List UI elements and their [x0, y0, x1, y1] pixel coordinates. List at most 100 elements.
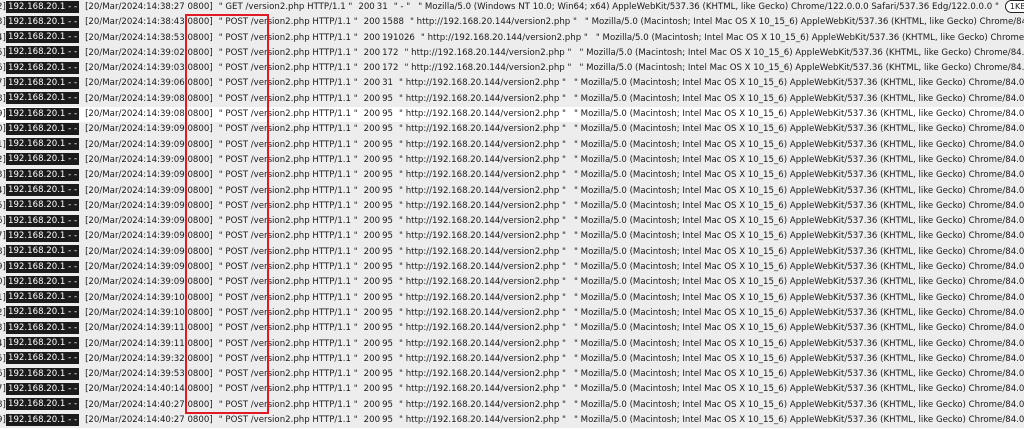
- log-line[interactable]: 6]192.168.20.1 - -[20/Mar/2024:14:39:09 …: [0, 214, 1024, 230]
- client-ip: 192.168.20.1 - -: [6, 46, 80, 59]
- log-line[interactable]: 1]192.168.20.1 - -[20/Mar/2024:14:39:09 …: [0, 137, 1024, 153]
- request-line: " POST /version2.php HTTP/1.1 ": [218, 93, 358, 104]
- timestamp: [20/Mar/2024:14:39:10 0800]: [85, 307, 213, 318]
- status-code: 200: [363, 93, 381, 104]
- response-bytes: 95: [382, 262, 394, 273]
- log-line[interactable]: 9]192.168.20.1 - -[20/Mar/2024:14:39:09 …: [0, 260, 1024, 276]
- response-bytes: 95: [382, 216, 394, 227]
- user-agent: " Mozilla/5.0 (Macintosh; Intel Mac OS X…: [573, 124, 1024, 135]
- user-agent: " Mozilla/5.0 (Macintosh; Intel Mac OS X…: [573, 109, 1024, 120]
- response-bytes: 172: [382, 63, 399, 74]
- log-line[interactable]: 3]192.168.20.1 - -[20/Mar/2024:14:39:09 …: [0, 168, 1024, 184]
- client-ip: 192.168.20.1 - -: [6, 321, 80, 334]
- log-line[interactable]: 1]192.168.20.1 - -[20/Mar/2024:14:39:10 …: [0, 290, 1024, 306]
- log-line[interactable]: 2]192.168.20.1 - -[20/Mar/2024:14:39:10 …: [0, 305, 1024, 322]
- referer: " - ": [393, 2, 411, 12]
- log-line[interactable]: 8]192.168.20.1 - -[20/Mar/2024:14:39:09 …: [0, 244, 1024, 261]
- log-line[interactable]: 2]192.168.20.1 - -[20/Mar/2024:14:38:27 …: [0, 0, 1024, 16]
- log-line[interactable]: 6]192.168.20.1 - -[20/Mar/2024:14:39:53 …: [0, 367, 1024, 383]
- status-code: 200: [363, 399, 381, 410]
- client-ip: 192.168.20.1 - -: [6, 413, 80, 426]
- log-line[interactable]: 9]192.168.20.1 - -[20/Mar/2024:14:39:08 …: [0, 107, 1024, 123]
- user-agent: " Mozilla/5.0 (Macintosh; Intel Mac OS X…: [573, 262, 1024, 273]
- client-ip: 192.168.20.1 - -: [6, 122, 80, 135]
- log-line[interactable]: 4]192.168.20.1 - -[20/Mar/2024:14:39:11 …: [0, 336, 1024, 352]
- log-line[interactable]: 7]192.168.20.1 - -[20/Mar/2024:14:39:09 …: [0, 229, 1024, 245]
- status-code: 200: [363, 78, 381, 89]
- log-line[interactable]: 7]192.168.20.1 - -[20/Mar/2024:14:39:06 …: [0, 76, 1024, 92]
- log-line[interactable]: 9]192.168.20.1 - -[20/Mar/2024:14:40:27 …: [0, 413, 1024, 429]
- log-line[interactable]: 8]192.168.20.1 - -[20/Mar/2024:14:39:08 …: [0, 91, 1024, 108]
- referer: " http://192.168.20.144/version2.php ": [399, 338, 566, 349]
- timestamp: [20/Mar/2024:14:39:32 0800]: [85, 353, 213, 364]
- timestamp: [20/Mar/2024:14:39:09 0800]: [85, 262, 213, 273]
- request-line: " POST /version2.php HTTP/1.1 ": [218, 262, 358, 273]
- client-ip: 192.168.20.1 - -: [6, 199, 80, 212]
- user-agent: " Mozilla/5.0 (Macintosh; Intel Mac OS X…: [573, 185, 1024, 196]
- log-line[interactable]: 5]192.168.20.1 - -[20/Mar/2024:14:39:02 …: [0, 45, 1024, 62]
- log-line[interactable]: 3]192.168.20.1 - -[20/Mar/2024:14:39:11 …: [0, 321, 1024, 337]
- referer: " http://192.168.20.144/version2.php ": [399, 78, 566, 89]
- client-ip: 192.168.20.1 - -: [6, 214, 80, 227]
- timestamp: [20/Mar/2024:14:39:08 0800]: [85, 109, 213, 120]
- request-line: " POST /version2.php HTTP/1.1 ": [218, 277, 358, 288]
- client-ip: 192.168.20.1 - -: [6, 168, 80, 181]
- user-agent: " Mozilla/5.0 (Macintosh; Intel Mac OS X…: [573, 154, 1024, 165]
- request-line: " POST /version2.php HTTP/1.1 ": [218, 63, 358, 74]
- log-line[interactable]: 4]192.168.20.1 - -[20/Mar/2024:14:39:09 …: [0, 183, 1024, 199]
- log-line[interactable]: 3]192.168.20.1 - -[20/Mar/2024:14:38:43 …: [0, 15, 1024, 31]
- log-lines-list: 2]192.168.20.1 - -[20/Mar/2024:14:38:27 …: [0, 0, 1024, 429]
- timestamp: [20/Mar/2024:14:39:09 0800]: [85, 139, 213, 150]
- response-bytes: 172: [382, 47, 399, 58]
- log-line[interactable]: 0]192.168.20.1 - -[20/Mar/2024:14:39:09 …: [0, 275, 1024, 291]
- client-ip: 192.168.20.1 - -: [6, 398, 80, 411]
- log-line[interactable]: 7]192.168.20.1 - -[20/Mar/2024:14:40:14 …: [0, 382, 1024, 398]
- referer: " http://192.168.20.144/version2.php ": [399, 369, 566, 380]
- timestamp: [20/Mar/2024:14:38:27 0800]: [85, 2, 213, 12]
- request-line: " POST /version2.php HTTP/1.1 ": [218, 124, 358, 135]
- log-line[interactable]: 4]192.168.20.1 - -[20/Mar/2024:14:38:53 …: [0, 30, 1024, 46]
- log-line[interactable]: 8]192.168.20.1 - -[20/Mar/2024:14:40:27 …: [0, 397, 1024, 414]
- client-ip: 192.168.20.1 - -: [6, 382, 80, 395]
- response-bytes: 95: [382, 323, 394, 334]
- request-line: " POST /version2.php HTTP/1.1 ": [218, 246, 358, 257]
- request-line: " POST /version2.php HTTP/1.1 ": [218, 154, 358, 165]
- request-line: " POST /version2.php HTTP/1.1 ": [218, 170, 358, 181]
- response-bytes: 191026: [382, 32, 415, 43]
- request-line: " POST /version2.php HTTP/1.1 ": [218, 47, 358, 58]
- timestamp: [20/Mar/2024:14:39:09 0800]: [85, 231, 213, 242]
- client-ip: 192.168.20.1 - -: [6, 0, 80, 13]
- log-line[interactable]: 6]192.168.20.1 - -[20/Mar/2024:14:39:03 …: [0, 61, 1024, 77]
- timestamp: [20/Mar/2024:14:39:02 0800]: [85, 47, 213, 58]
- log-line[interactable]: 5]192.168.20.1 - -[20/Mar/2024:14:39:32 …: [0, 351, 1024, 368]
- timestamp: [20/Mar/2024:14:39:08 0800]: [85, 93, 213, 104]
- timestamp: [20/Mar/2024:14:39:09 0800]: [85, 216, 213, 227]
- status-code: 200: [363, 185, 381, 196]
- client-ip: 192.168.20.1 - -: [6, 92, 80, 105]
- user-agent: " Mozilla/5.0 (Macintosh; Intel Mac OS X…: [573, 292, 1024, 303]
- response-bytes: 95: [382, 338, 394, 349]
- timestamp: [20/Mar/2024:14:39:06 0800]: [85, 78, 213, 89]
- size-badge: 1KB: [1004, 0, 1024, 13]
- referer: " http://192.168.20.144/version2.php ": [399, 277, 566, 288]
- response-bytes: 95: [382, 109, 394, 120]
- referer: " http://192.168.20.144/version2.php ": [399, 246, 566, 257]
- referer: " http://192.168.20.144/version2.php ": [399, 109, 566, 120]
- response-bytes: 95: [382, 124, 394, 135]
- status-code: 200: [363, 384, 381, 395]
- status-code: 200: [363, 338, 381, 349]
- log-line[interactable]: 2]192.168.20.1 - -[20/Mar/2024:14:39:09 …: [0, 152, 1024, 169]
- user-agent: " Mozilla/5.0 (Macintosh; Intel Mac OS X…: [573, 323, 1024, 334]
- log-line[interactable]: 0]192.168.20.1 - -[20/Mar/2024:14:39:09 …: [0, 122, 1024, 138]
- referer: " http://192.168.20.144/version2.php ": [399, 292, 566, 303]
- response-bytes: 95: [382, 231, 394, 242]
- timestamp: [20/Mar/2024:14:39:09 0800]: [85, 185, 213, 196]
- response-bytes: 95: [382, 170, 394, 181]
- response-bytes: 95: [382, 246, 394, 257]
- request-line: " POST /version2.php HTTP/1.1 ": [218, 216, 358, 227]
- log-line[interactable]: 5]192.168.20.1 - -[20/Mar/2024:14:39:09 …: [0, 198, 1024, 215]
- response-bytes: 95: [382, 292, 394, 303]
- response-bytes: 95: [382, 154, 394, 165]
- timestamp: [20/Mar/2024:14:39:09 0800]: [85, 277, 213, 288]
- log-viewer: 2]192.168.20.1 - -[20/Mar/2024:14:38:27 …: [0, 0, 1024, 430]
